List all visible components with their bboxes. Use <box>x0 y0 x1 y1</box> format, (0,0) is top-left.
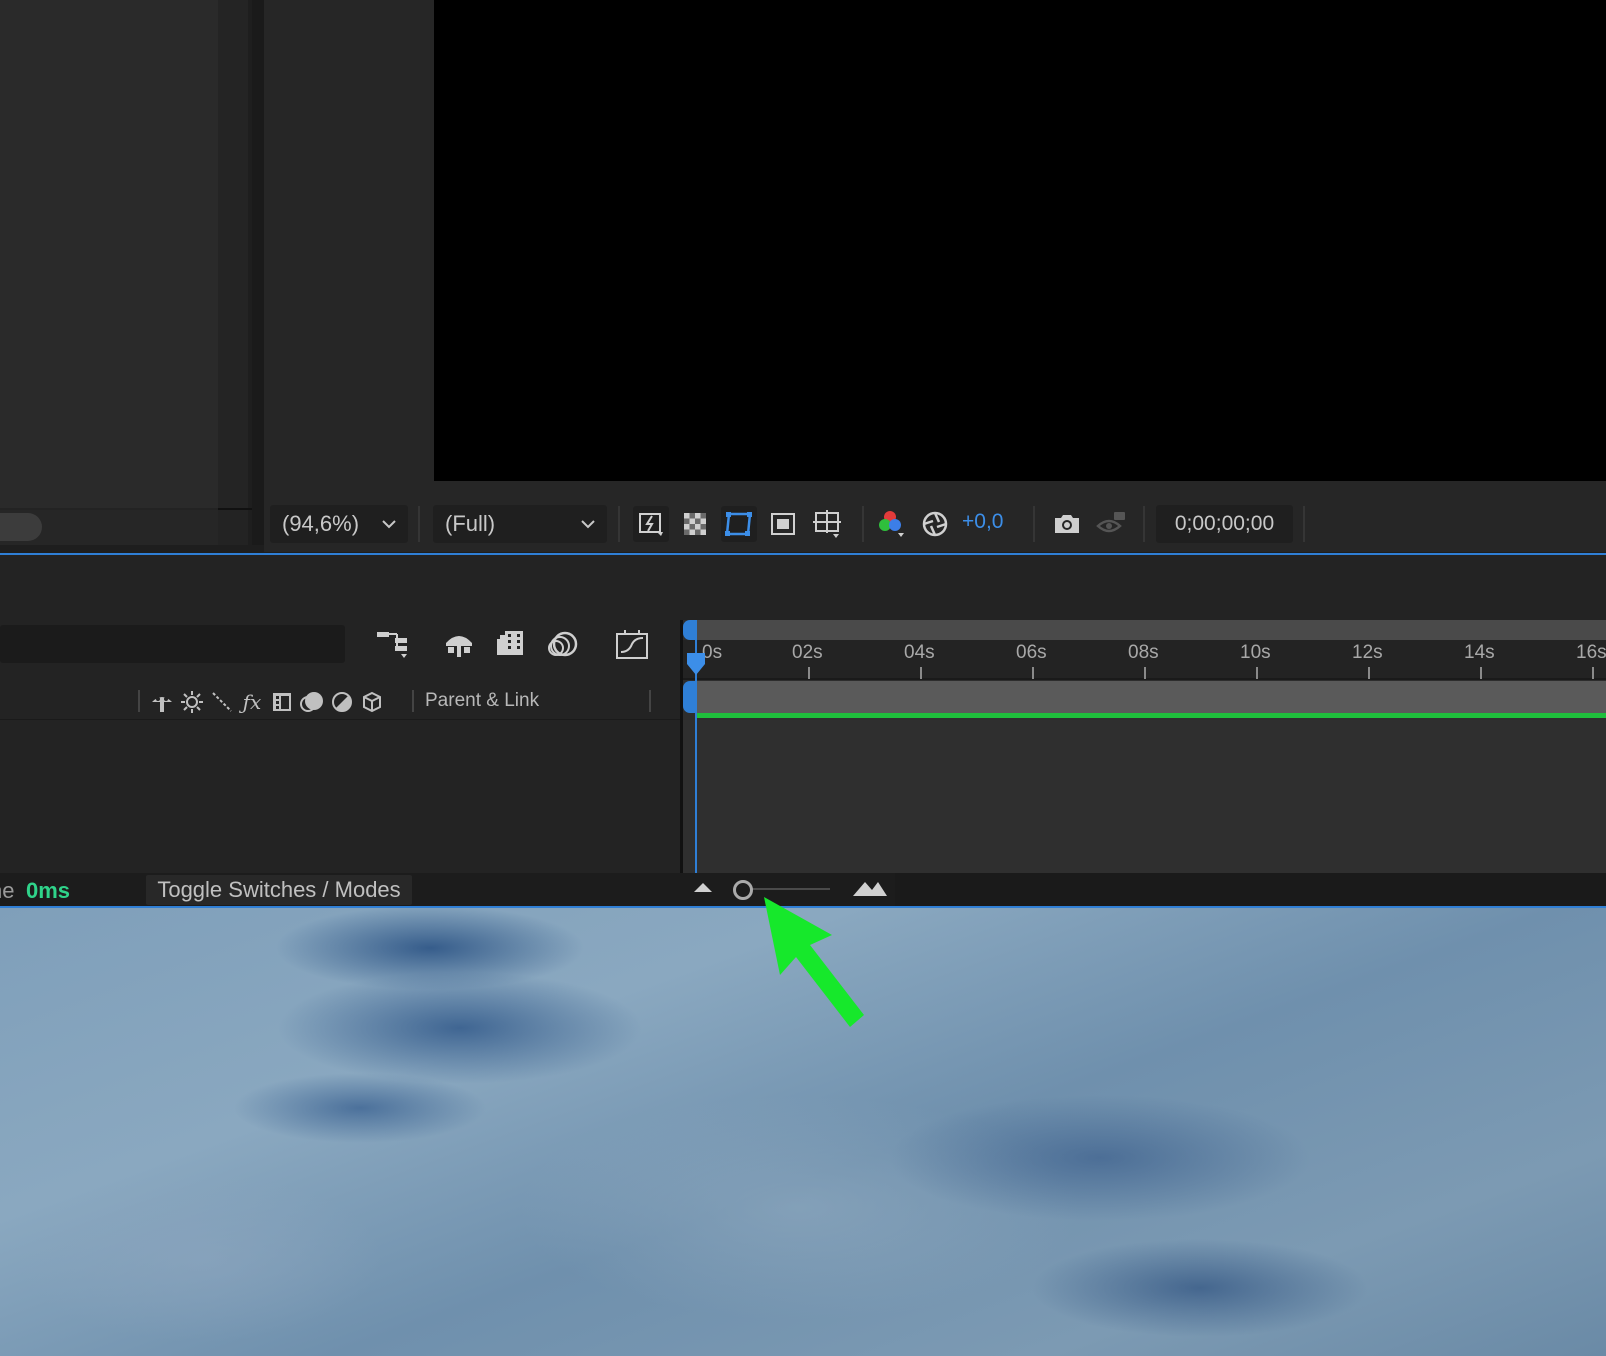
toggle-switches-modes-button[interactable]: Toggle Switches / Modes <box>146 875 412 905</box>
timeline-zoom-slider-knob[interactable] <box>733 880 753 900</box>
viewer-timecode-value: 0;00;00;00 <box>1174 512 1275 535</box>
region-of-interest-icon[interactable] <box>765 506 801 542</box>
magnification-value: (94,6%) <box>282 511 360 536</box>
frame-blend-switch-icon[interactable] <box>268 688 296 716</box>
project-divider <box>218 508 252 510</box>
ruler-tick-label: 08s <box>1128 642 1159 663</box>
mask-path-visibility-icon[interactable] <box>721 506 757 542</box>
status-bar-empty <box>895 873 1606 907</box>
draft-3d-icon[interactable] <box>441 626 477 662</box>
ruler-tick-mark <box>1256 667 1258 679</box>
motion-blur-icon[interactable] <box>545 626 581 662</box>
ruler-tick-mark <box>1032 667 1034 679</box>
work-area-bar[interactable] <box>690 620 1606 640</box>
transparency-grid-icon[interactable] <box>677 506 713 542</box>
ruler-tick-mark <box>808 667 810 679</box>
color-management-icon[interactable] <box>917 506 953 542</box>
toolbar-separator <box>1303 506 1305 542</box>
ruler-tick-label: 12s <box>1352 642 1383 663</box>
motion-blur-switch-icon[interactable] <box>298 688 326 716</box>
column-separator <box>649 690 651 712</box>
snapshot-camera-icon[interactable] <box>1049 506 1085 542</box>
toggle-switches-label: Toggle Switches / Modes <box>157 877 401 902</box>
toolbar-separator <box>418 506 420 542</box>
chevron-down-icon <box>581 520 595 529</box>
project-column-strip <box>218 0 248 508</box>
composition-canvas[interactable] <box>434 0 1606 481</box>
comp-flowchart-icon[interactable] <box>375 626 411 662</box>
ruler-tick-mark <box>920 667 922 679</box>
ruler-tick-mark <box>1144 667 1146 679</box>
resolution-value: (Full) <box>445 511 496 536</box>
playhead-handle-icon[interactable] <box>686 652 706 676</box>
fast-previews-icon[interactable] <box>633 506 669 542</box>
grid-guides-icon[interactable] <box>809 506 845 542</box>
frame-render-time: 0ms <box>26 878 71 903</box>
magnification-dropdown[interactable]: (94,6%) <box>270 505 408 543</box>
frame-render-label: ne <box>0 878 15 903</box>
resolution-dropdown[interactable]: (Full) <box>433 505 607 543</box>
chevron-down-icon <box>382 520 396 529</box>
column-separator <box>412 690 414 712</box>
project-scrollbar-thumb[interactable] <box>0 513 42 541</box>
viewer-timecode[interactable]: 0;00;00;00 <box>1156 505 1293 543</box>
collapse-transform-icon[interactable] <box>178 688 206 716</box>
ruler-tick-label: 06s <box>1016 642 1047 663</box>
show-channel-icon[interactable] <box>873 506 909 542</box>
ruler-tick-mark <box>1480 667 1482 679</box>
ruler-tick-label: 16s <box>1576 642 1606 663</box>
toolbar-separator <box>1033 506 1035 542</box>
zoom-out-mountain-icon[interactable] <box>692 880 714 896</box>
ruler-tick-label: 02s <box>792 642 823 663</box>
ruler-tick-label: 04s <box>904 642 935 663</box>
annotation-arrow-icon <box>764 897 864 1027</box>
ruler-tick-mark <box>1368 667 1370 679</box>
work-area-start-handle[interactable] <box>683 620 697 640</box>
toolbar-separator <box>1143 506 1145 542</box>
toolbar-separator <box>618 506 620 542</box>
panel-splitter[interactable] <box>252 0 264 545</box>
project-item-list[interactable] <box>0 0 218 508</box>
quality-switch-icon[interactable] <box>208 688 236 716</box>
shy-switch-icon[interactable] <box>148 688 176 716</box>
layer-search-input[interactable] <box>0 625 345 663</box>
exposure-value[interactable]: +0,0 <box>962 510 1003 534</box>
column-separator <box>138 690 140 712</box>
graph-editor-icon[interactable] <box>614 626 650 662</box>
ruler-tick-label: 14s <box>1464 642 1495 663</box>
timeline-zoom-slider[interactable] <box>745 888 830 890</box>
layer-track-area[interactable] <box>683 720 1606 873</box>
3d-layer-icon[interactable] <box>358 688 386 716</box>
adjustment-layer-icon[interactable] <box>328 688 356 716</box>
ruler-tick-mark <box>1592 667 1594 679</box>
frame-blending-icon[interactable] <box>493 626 529 662</box>
cache-render-bar <box>697 713 1606 718</box>
show-snapshot-icon[interactable] <box>1093 506 1129 542</box>
parent-link-column[interactable]: Parent & Link <box>425 690 539 712</box>
effect-switch-icon[interactable]: ƒx <box>238 688 266 716</box>
toolbar-separator <box>862 506 864 542</box>
layer-duration-bar[interactable] <box>697 681 1606 713</box>
ruler-tick-label: 10s <box>1240 642 1271 663</box>
